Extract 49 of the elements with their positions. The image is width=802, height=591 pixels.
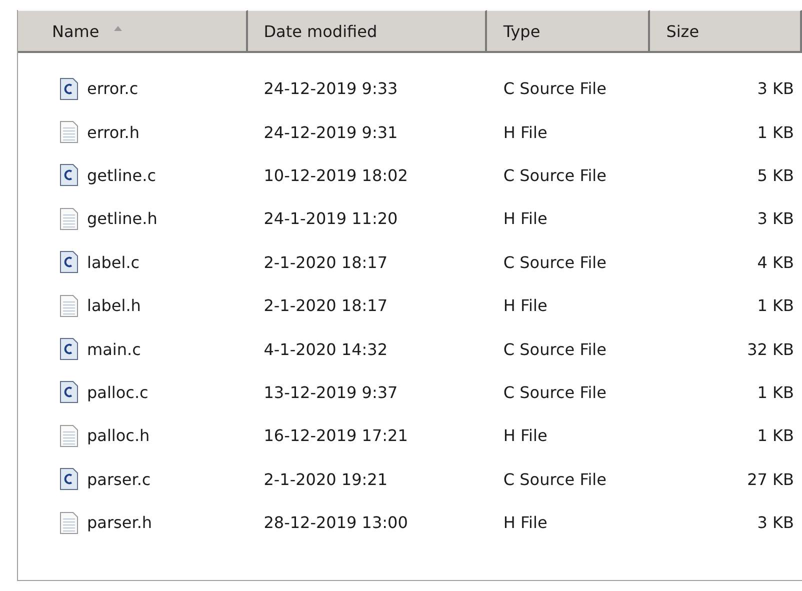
file-name[interactable]: error.c [87,79,138,98]
date-cell: 24-12-2019 9:33 [264,79,398,98]
file-name[interactable]: label.h [87,296,141,316]
type-cell: C Source File [503,166,606,185]
file-name[interactable]: parser.h [87,513,152,532]
column-header[interactable]: Type [487,10,650,53]
size-cell: 32 KB [747,340,794,359]
file-name[interactable]: getline.h [87,209,158,228]
date-cell: 16-12-2019 17:21 [264,426,408,446]
date-cell: 2-1-2020 19:21 [264,470,388,489]
type-cell: H File [503,122,548,142]
date-cell: 28-12-2019 13:00 [264,513,408,532]
file-name[interactable]: getline.c [87,166,156,185]
file-name[interactable]: parser.c [87,470,151,489]
type-cell: C Source File [503,340,606,359]
size-cell: 3 KB [757,513,794,532]
size-cell: 27 KB [747,470,794,489]
date-cell: 24-1-2019 11:20 [264,209,398,228]
size-cell: 1 KB [757,296,794,316]
type-cell: C Source File [503,252,606,272]
type-cell: C Source File [503,382,606,402]
sort-ascending-icon [113,25,124,31]
size-cell: 5 KB [757,166,794,185]
date-cell: 10-12-2019 18:02 [264,166,408,185]
type-cell: H File [503,513,548,532]
file-name[interactable]: label.c [87,252,140,272]
type-cell: H File [503,426,548,446]
type-cell: C Source File [503,79,606,98]
column-header[interactable]: Size [650,10,802,53]
type-cell: H File [503,209,548,228]
file-name[interactable]: error.h [87,122,140,142]
date-cell: 13-12-2019 9:37 [264,382,398,402]
size-cell: 3 KB [757,209,794,228]
size-cell: 3 KB [757,79,794,98]
file-name[interactable]: main.c [87,340,141,359]
column-header[interactable]: Name [18,10,248,53]
file-name[interactable]: palloc.c [87,382,148,402]
type-cell: C Source File [503,470,606,489]
size-cell: 1 KB [757,122,794,142]
column-header[interactable]: Date modified [248,10,488,53]
type-cell: H File [503,296,548,316]
date-cell: 24-12-2019 9:31 [264,122,398,142]
date-cell: 2-1-2020 18:17 [264,296,388,316]
date-cell: 4-1-2020 14:32 [264,340,388,359]
size-cell: 1 KB [757,382,794,402]
size-cell: 1 KB [757,426,794,446]
file-name[interactable]: palloc.h [87,426,150,446]
date-cell: 2-1-2020 18:17 [264,252,388,272]
size-cell: 4 KB [757,252,794,272]
